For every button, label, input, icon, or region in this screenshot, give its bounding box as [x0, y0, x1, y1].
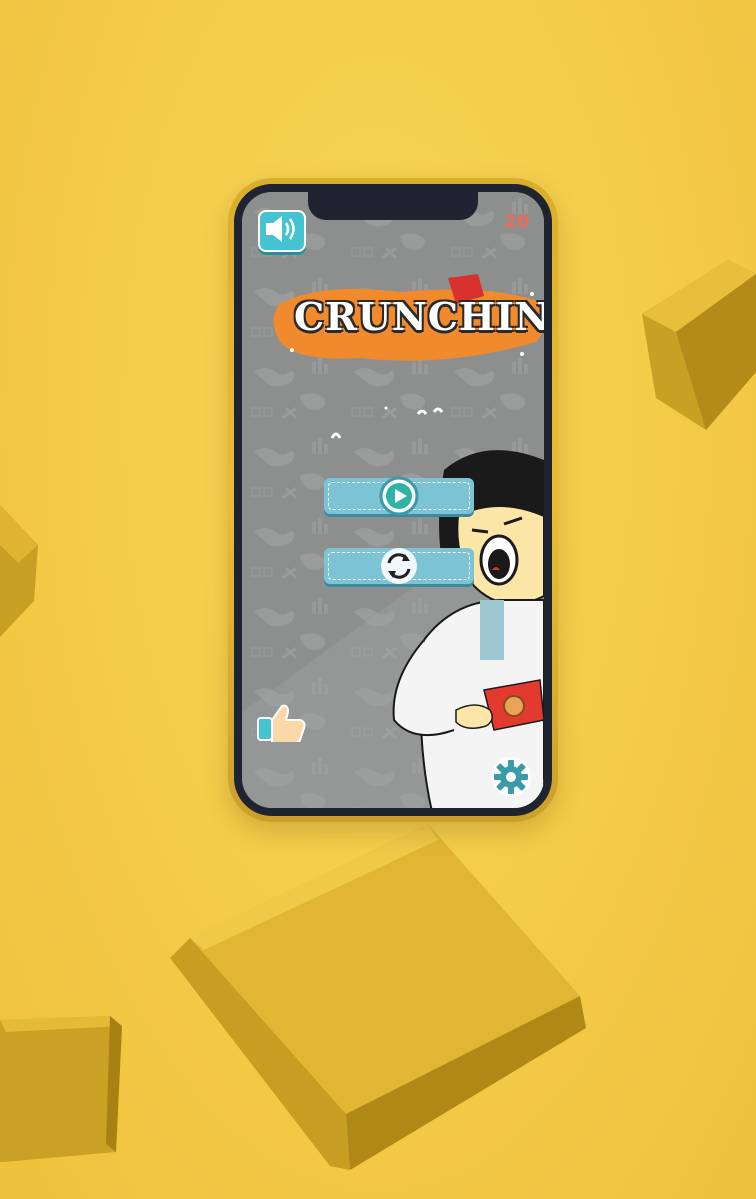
background: { "game": { "title": "CRUNCHING", "score… — [0, 0, 756, 1199]
cube-top-right — [642, 260, 756, 430]
score-counter: 20 — [504, 212, 530, 232]
phone-notch — [308, 192, 478, 220]
cube-bottom-center — [170, 824, 586, 1170]
phone-mockup: 20 CRUNCHING — [228, 178, 558, 822]
settings-button[interactable] — [490, 756, 532, 798]
speaker-icon — [266, 216, 295, 242]
game-logo: CRUNCHING — [272, 274, 544, 364]
cube-bottom-left — [0, 1016, 122, 1162]
crumbs-decoration — [330, 406, 444, 439]
gear-icon — [491, 757, 531, 797]
cube-left — [0, 505, 38, 637]
sound-button[interactable] — [258, 210, 306, 252]
thumbs-up-icon — [257, 704, 306, 745]
play-icon — [379, 476, 419, 516]
restart-button[interactable] — [324, 548, 474, 584]
phone-bezel: 20 CRUNCHING — [234, 184, 552, 816]
game-screen: 20 CRUNCHING — [242, 192, 544, 808]
play-button[interactable] — [324, 476, 474, 516]
restart-icon — [381, 548, 417, 584]
like-button[interactable] — [256, 702, 308, 745]
game-title: CRUNCHING — [294, 294, 544, 339]
